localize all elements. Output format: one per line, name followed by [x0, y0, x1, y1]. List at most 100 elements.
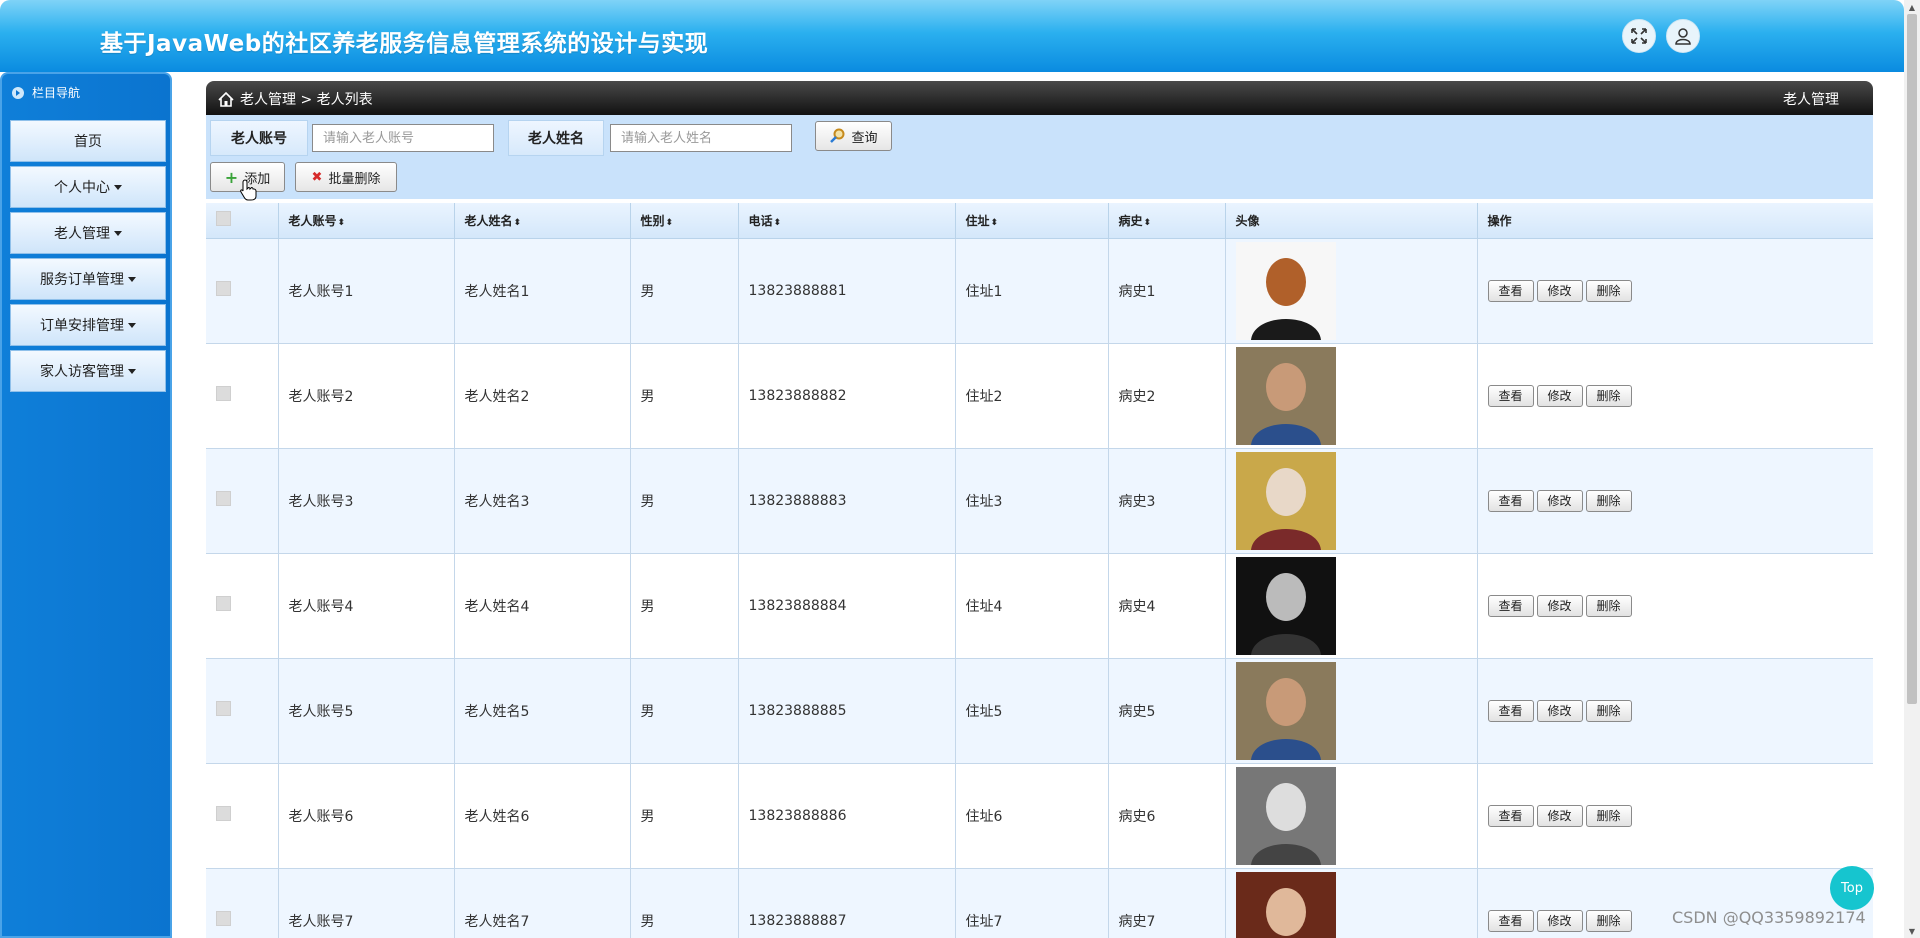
col-header-address[interactable]: 住址⬍: [955, 203, 1109, 239]
delete-button[interactable]: 删除: [1585, 804, 1632, 827]
view-button[interactable]: 查看: [1487, 594, 1534, 617]
view-button[interactable]: 查看: [1487, 489, 1534, 512]
fullscreen-button[interactable]: [1622, 19, 1656, 53]
cell-account: 老人账号4: [278, 553, 455, 659]
sidebar-item-1[interactable]: 个人中心: [10, 166, 166, 208]
caret-down-icon: [114, 184, 122, 190]
select-all-checkbox[interactable]: [216, 211, 231, 227]
back-to-top-button[interactable]: Top: [1830, 866, 1874, 910]
select-all-cell: [206, 203, 279, 239]
row-checkbox[interactable]: [216, 806, 231, 821]
delete-button[interactable]: 删除: [1585, 909, 1632, 932]
sidebar-item-3[interactable]: 服务订单管理: [10, 258, 166, 300]
row-checkbox[interactable]: [216, 701, 231, 716]
cell-photo: [1225, 763, 1478, 869]
row-checkbox[interactable]: [216, 386, 231, 401]
delete-button[interactable]: 删除: [1585, 279, 1632, 302]
col-header-name[interactable]: 老人姓名⬍: [454, 203, 631, 239]
query-button[interactable]: 查询: [815, 121, 892, 151]
col-header-account[interactable]: 老人账号⬍: [278, 203, 455, 239]
cell-gender: 男: [630, 763, 739, 869]
cell-address: 住址5: [955, 658, 1109, 764]
page-scrollbar[interactable]: ▲ ▼: [1904, 0, 1920, 938]
cell-gender: 男: [630, 238, 739, 344]
table-row: 老人账号3 老人姓名3 男 13823888883 住址3 病史3 查看 修改 删除: [206, 448, 1873, 554]
view-button[interactable]: 查看: [1487, 909, 1534, 932]
edit-button[interactable]: 修改: [1536, 804, 1583, 827]
edit-button[interactable]: 修改: [1536, 489, 1583, 512]
edit-button[interactable]: 修改: [1536, 279, 1583, 302]
account-search-input[interactable]: [312, 124, 494, 152]
sidebar-item-5[interactable]: 家人访客管理: [10, 350, 166, 392]
row-checkbox[interactable]: [216, 596, 231, 611]
home-icon[interactable]: [218, 91, 234, 107]
sidebar-item-2[interactable]: 老人管理: [10, 212, 166, 254]
edit-button[interactable]: 修改: [1536, 384, 1583, 407]
cell-phone: 13823888886: [738, 763, 956, 869]
delete-button[interactable]: 删除: [1585, 699, 1632, 722]
cell-history: 病史4: [1108, 553, 1226, 659]
sidebar-item-4[interactable]: 订单安排管理: [10, 304, 166, 346]
elder-table: 老人账号⬍ 老人姓名⬍ 性别⬍ 电话⬍ 住址⬍ 病史⬍ 头像 操作 老人账号1 老…: [206, 203, 1873, 938]
delete-button[interactable]: 删除: [1585, 489, 1632, 512]
sidebar-item-label: 服务订单管理: [40, 272, 124, 288]
cell-account: 老人账号1: [278, 238, 455, 344]
col-header-phone[interactable]: 电话⬍: [738, 203, 956, 239]
search-panel: 老人账号 老人姓名 查询 + 添加 ✖ 批量删除: [206, 115, 1873, 201]
cell-photo: [1225, 238, 1478, 344]
row-select-cell: [206, 868, 279, 938]
cell-name: 老人姓名5: [454, 658, 631, 764]
cell-photo: [1225, 868, 1478, 938]
cell-photo: [1225, 553, 1478, 659]
cell-name: 老人姓名4: [454, 553, 631, 659]
cell-account: 老人账号3: [278, 448, 455, 554]
play-circle-icon: [12, 86, 24, 99]
scrollbar-thumb[interactable]: [1907, 14, 1917, 704]
scroll-up-icon[interactable]: ▲: [1904, 0, 1920, 14]
cell-actions: 查看 修改 删除: [1477, 658, 1873, 764]
scroll-down-icon[interactable]: ▼: [1904, 924, 1920, 938]
edit-button[interactable]: 修改: [1536, 594, 1583, 617]
sidebar-item-label: 个人中心: [54, 180, 110, 196]
table-row: 老人账号7 老人姓名7 男 13823888887 住址7 病史7 查看 修改 删除: [206, 868, 1873, 938]
name-search-input[interactable]: [610, 124, 792, 152]
cell-name: 老人姓名3: [454, 448, 631, 554]
edit-button[interactable]: 修改: [1536, 909, 1583, 932]
user-button[interactable]: [1666, 19, 1700, 53]
row-select-cell: [206, 448, 279, 554]
cell-address: 住址3: [955, 448, 1109, 554]
plus-icon: +: [224, 167, 239, 187]
view-button[interactable]: 查看: [1487, 699, 1534, 722]
batch-delete-button[interactable]: ✖ 批量删除: [295, 162, 397, 192]
delete-button[interactable]: 删除: [1585, 384, 1632, 407]
row-select-cell: [206, 763, 279, 869]
cell-phone: 13823888885: [738, 658, 956, 764]
watermark: CSDN @QQ3359892174: [1672, 908, 1866, 927]
cell-phone: 13823888882: [738, 343, 956, 449]
row-select-cell: [206, 553, 279, 659]
cell-account: 老人账号6: [278, 763, 455, 869]
view-button[interactable]: 查看: [1487, 384, 1534, 407]
view-button[interactable]: 查看: [1487, 279, 1534, 302]
edit-button[interactable]: 修改: [1536, 699, 1583, 722]
view-button[interactable]: 查看: [1487, 804, 1534, 827]
row-checkbox[interactable]: [216, 491, 231, 506]
cell-name: 老人姓名1: [454, 238, 631, 344]
col-header-photo: 头像: [1225, 203, 1478, 239]
delete-button[interactable]: 删除: [1585, 594, 1632, 617]
col-header-gender[interactable]: 性别⬍: [630, 203, 739, 239]
cell-gender: 男: [630, 343, 739, 449]
row-checkbox[interactable]: [216, 911, 231, 926]
cell-actions: 查看 修改 删除: [1477, 238, 1873, 344]
sidebar-item-label: 首页: [74, 134, 102, 150]
breadcrumb-bar: 老人管理 > 老人列表 老人管理: [206, 81, 1873, 115]
row-select-cell: [206, 658, 279, 764]
table-row: 老人账号2 老人姓名2 男 13823888882 住址2 病史2 查看 修改 删除: [206, 343, 1873, 449]
col-header-history[interactable]: 病史⬍: [1108, 203, 1226, 239]
sidebar-item-0[interactable]: 首页: [10, 120, 166, 162]
hand-cursor-icon: [240, 179, 257, 201]
row-checkbox[interactable]: [216, 281, 231, 296]
sidebar-heading-label: 栏目导航: [32, 86, 81, 100]
cell-history: 病史5: [1108, 658, 1226, 764]
cell-address: 住址4: [955, 553, 1109, 659]
